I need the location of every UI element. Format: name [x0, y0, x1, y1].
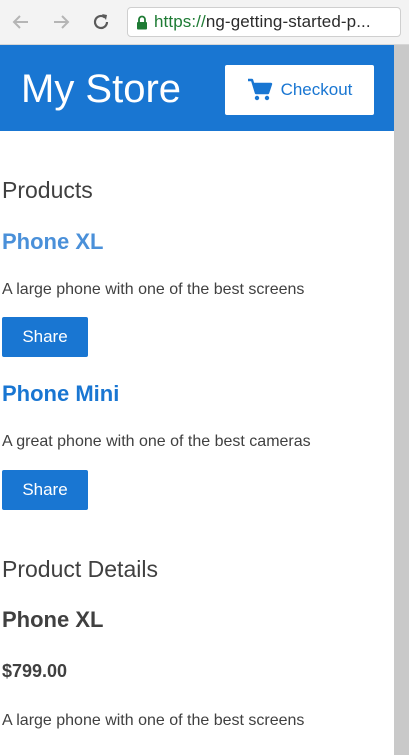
arrow-right-icon — [54, 15, 70, 29]
detail-product-name: Phone XL — [2, 607, 104, 632]
product-link-phone-mini[interactable]: Phone Mini — [2, 381, 119, 407]
product-details-heading: Product Details — [2, 556, 158, 582]
page-content: My Store Checkout Products Phone XL A la… — [0, 45, 394, 755]
reload-button[interactable] — [88, 9, 114, 35]
lock-icon — [136, 15, 148, 30]
vertical-scrollbar[interactable] — [394, 45, 409, 755]
forward-button[interactable] — [48, 9, 74, 35]
product-link-phone-xl[interactable]: Phone XL — [2, 229, 103, 255]
detail-price: $799.00 — [2, 661, 68, 681]
product-description: A large phone with one of the best scree… — [2, 281, 305, 298]
detail-description: A large phone with one of the best scree… — [2, 712, 305, 729]
products-heading: Products — [2, 177, 93, 203]
browser-toolbar: https://ng-getting-started-p... — [0, 0, 409, 45]
checkout-button[interactable]: Checkout — [225, 65, 374, 115]
checkout-label: Checkout — [280, 80, 353, 99]
top-bar: My Store Checkout — [0, 45, 394, 131]
url-scheme: https:// — [154, 12, 206, 31]
reload-icon — [93, 14, 109, 30]
product-description: A great phone with one of the best camer… — [2, 433, 311, 450]
share-button[interactable]: Share — [2, 470, 88, 510]
shopping-cart-icon — [247, 78, 273, 102]
address-bar[interactable]: https://ng-getting-started-p... — [127, 7, 401, 37]
url-host: ng-getting-started-p... — [205, 12, 371, 31]
back-button[interactable] — [8, 9, 34, 35]
store-title-link[interactable]: My Store — [21, 65, 181, 113]
share-button[interactable]: Share — [2, 317, 88, 357]
url-text: https://ng-getting-started-p... — [154, 12, 371, 32]
arrow-left-icon — [12, 15, 28, 29]
